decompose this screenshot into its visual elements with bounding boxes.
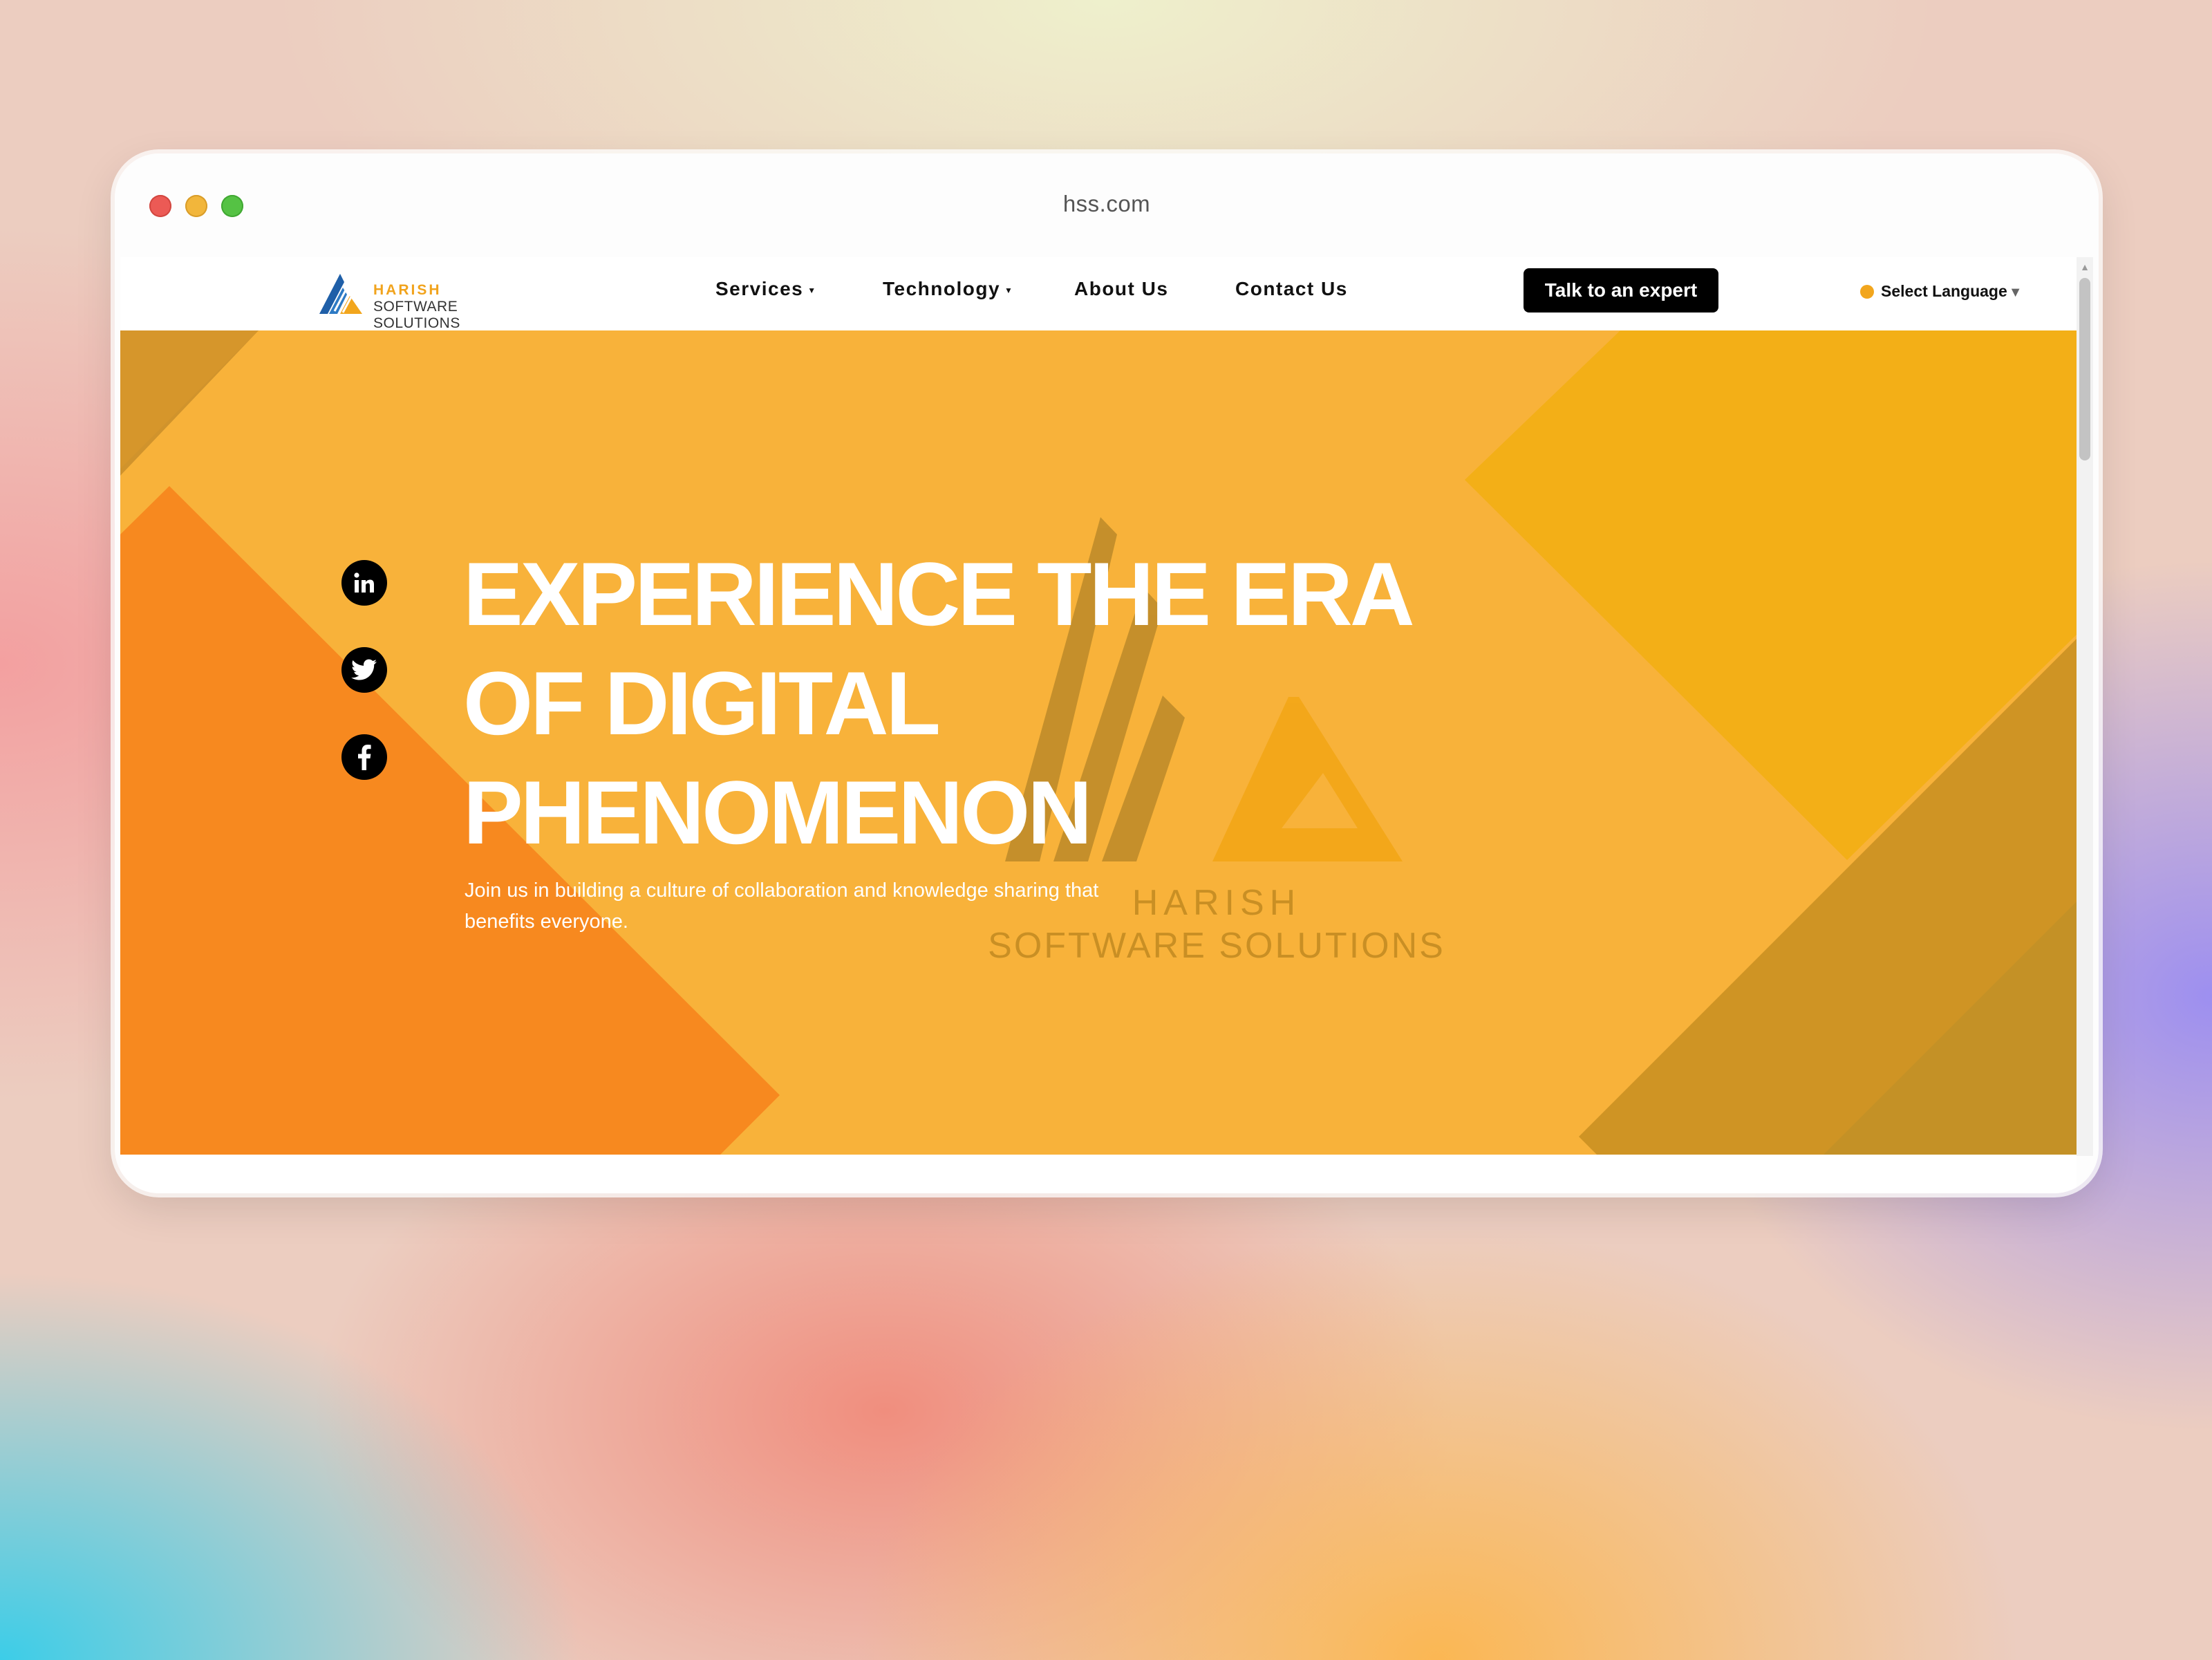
watermark-text-top: HARISH bbox=[1132, 883, 1302, 923]
language-select-label: Select Language bbox=[1881, 282, 2007, 300]
talk-to-expert-button[interactable]: Talk to an expert bbox=[1524, 268, 1718, 313]
nav-services-label: Services bbox=[715, 278, 804, 299]
globe-icon bbox=[1860, 285, 1874, 299]
language-select[interactable]: Select Language ▼ bbox=[1860, 282, 2023, 301]
nav-technology[interactable]: Technology ▼ bbox=[883, 278, 1013, 300]
logo-text-bottom: SOFTWARE SOLUTIONS bbox=[373, 299, 460, 331]
logo-text-top: HARISH bbox=[373, 282, 442, 298]
nav-about-us-label: About Us bbox=[1074, 278, 1169, 299]
linkedin-icon bbox=[354, 572, 374, 593]
facebook-icon bbox=[358, 745, 371, 770]
title-bar: hss.com bbox=[115, 153, 2099, 257]
hero-headline-line: EXPERIENCE THE ERA bbox=[463, 543, 1415, 644]
next-section bbox=[120, 1155, 2077, 1193]
hero-headline-line: OF DIGITAL bbox=[463, 653, 941, 754]
browser-window: hss.com HARISH SOFTWARE SOLUTIONS Servic… bbox=[115, 153, 2099, 1193]
address-bar[interactable]: hss.com bbox=[115, 191, 2099, 217]
logo-mark-icon bbox=[319, 274, 362, 314]
scroll-up-arrow-icon[interactable]: ▲ bbox=[2077, 261, 2093, 272]
nav-about-us[interactable]: About Us bbox=[1074, 278, 1168, 300]
nav-contact-us[interactable]: Contact Us bbox=[1235, 278, 1348, 300]
watermark-text-bottom: SOFTWARE SOLUTIONS bbox=[988, 926, 1445, 966]
twitter-link[interactable] bbox=[341, 647, 387, 693]
nav-technology-label: Technology bbox=[883, 278, 1001, 299]
linkedin-link[interactable] bbox=[341, 560, 387, 606]
chevron-down-icon: ▼ bbox=[807, 285, 817, 295]
hero-headline-line: PHENOMENON bbox=[463, 762, 1092, 863]
site-logo[interactable]: HARISH SOFTWARE SOLUTIONS bbox=[317, 271, 538, 331]
hero-headline: EXPERIENCE THE ERA OF DIGITAL PHENOMENON bbox=[463, 539, 1431, 867]
dropdown-arrow-icon: ▼ bbox=[2008, 285, 2023, 300]
page-scrollbar[interactable]: ▲ bbox=[2077, 257, 2093, 1156]
scrollbar-thumb[interactable] bbox=[2079, 278, 2090, 460]
chevron-down-icon: ▼ bbox=[1004, 285, 1014, 295]
page-viewport: HARISH SOFTWARE SOLUTIONS Services ▼ Tech… bbox=[120, 257, 2077, 1193]
nav-contact-us-label: Contact Us bbox=[1235, 278, 1348, 299]
facebook-link[interactable] bbox=[341, 734, 387, 780]
site-header: HARISH SOFTWARE SOLUTIONS Services ▼ Tech… bbox=[120, 257, 2077, 331]
nav-services[interactable]: Services ▼ bbox=[715, 278, 817, 300]
hero-banner: EXPERIENCE THE ERA OF DIGITAL PHENOMENON… bbox=[120, 330, 2077, 1155]
twitter-icon bbox=[351, 659, 377, 680]
